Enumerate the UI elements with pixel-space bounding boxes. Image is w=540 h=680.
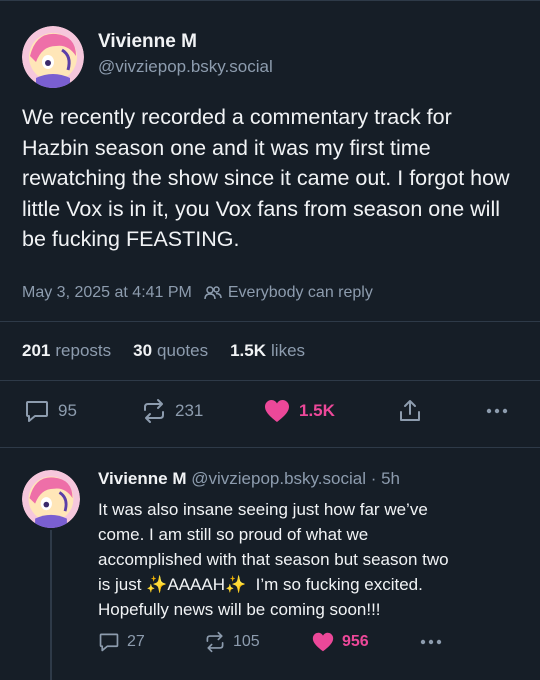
like-button[interactable]: 1.5K [263, 398, 335, 424]
reply-setting: Everybody can reply [227, 284, 373, 301]
more-icon [418, 631, 444, 653]
reposts-stat[interactable]: 201 reposts [22, 341, 111, 361]
post-stats: 201 reposts 30 quotes 1.5K likes [22, 341, 327, 361]
heart-filled-icon [263, 398, 291, 424]
repost-count: 231 [175, 401, 204, 420]
reply-header: Vivienne M @vivziepop.bsky.social · 5h [98, 469, 400, 489]
reposts-label: reposts [55, 341, 112, 360]
reply-line-segment: AAAAH [167, 575, 225, 594]
author-name[interactable]: Vivienne M [98, 31, 197, 53]
reply-line: It was also insane seeing just how far w… [98, 500, 428, 519]
reply-text: It was also insane seeing just how far w… [98, 497, 518, 622]
share-button[interactable] [397, 398, 423, 424]
reply-reply-button[interactable]: 27 [98, 631, 145, 653]
sparkle-emoji: ✨ [146, 575, 168, 594]
repost-icon [141, 398, 167, 424]
reposts-count: 201 [22, 341, 51, 360]
divider-actions [0, 447, 540, 448]
divider-stats [0, 380, 540, 381]
more-icon [484, 398, 510, 424]
reply-like-button[interactable]: 956 [311, 631, 369, 653]
thread-line [50, 530, 52, 680]
post-meta: May 3, 2025 at 4:41 PM Everybody can rep… [22, 284, 373, 302]
likes-label: likes [271, 341, 306, 360]
reply-author-name[interactable]: Vivienne M [98, 469, 187, 488]
reply-reply-count: 27 [127, 633, 145, 650]
reply-button[interactable]: 95 [24, 398, 77, 424]
reply-icon [24, 398, 50, 424]
quotes-label: quotes [157, 341, 209, 360]
repost-icon [204, 631, 226, 653]
people-icon [204, 285, 222, 301]
reply-like-count: 956 [342, 633, 369, 650]
reply-line-segment: is just [98, 575, 147, 594]
reply-count: 95 [58, 401, 77, 420]
likes-count: 1.5K [230, 341, 267, 360]
post-text: We recently recorded a commentary track … [22, 105, 510, 251]
more-options-button[interactable] [484, 398, 510, 424]
reply-line: come. I am still so proud of what we [98, 525, 369, 544]
divider-meta [0, 321, 540, 322]
reply-line-segment: I’m so fucking excited. [246, 575, 423, 594]
repost-button[interactable]: 231 [141, 398, 203, 424]
post-timestamp[interactable]: May 3, 2025 at 4:41 PM [22, 284, 192, 302]
quotes-stat[interactable]: 30 quotes [133, 341, 208, 361]
reply-author-handle[interactable]: @vivziepop.bsky.social [191, 469, 366, 488]
author-handle[interactable]: @vivziepop.bsky.social [98, 57, 273, 77]
heart-filled-icon [311, 631, 335, 653]
reply-more-options-button[interactable] [418, 631, 444, 653]
reply-icon [98, 631, 120, 653]
share-icon [397, 398, 423, 424]
reply-line: Hopefully news will be coming soon!!! [98, 600, 381, 619]
reply-repost-count: 105 [233, 633, 260, 650]
author-avatar[interactable] [22, 26, 84, 88]
reply-line: accomplished with that season but season… [98, 550, 449, 569]
sparkle-emoji: ✨ [225, 575, 247, 594]
quotes-count: 30 [133, 341, 153, 360]
like-count: 1.5K [299, 401, 335, 420]
reply-author-avatar[interactable] [22, 470, 80, 528]
reply-repost-button[interactable]: 105 [204, 631, 260, 653]
likes-stat[interactable]: 1.5K likes [230, 341, 305, 361]
reply-age[interactable]: · 5h [371, 469, 400, 488]
reply-line: is just ✨AAAAH✨ I’m so fucking excited. [98, 572, 518, 597]
top-divider [0, 0, 540, 1]
